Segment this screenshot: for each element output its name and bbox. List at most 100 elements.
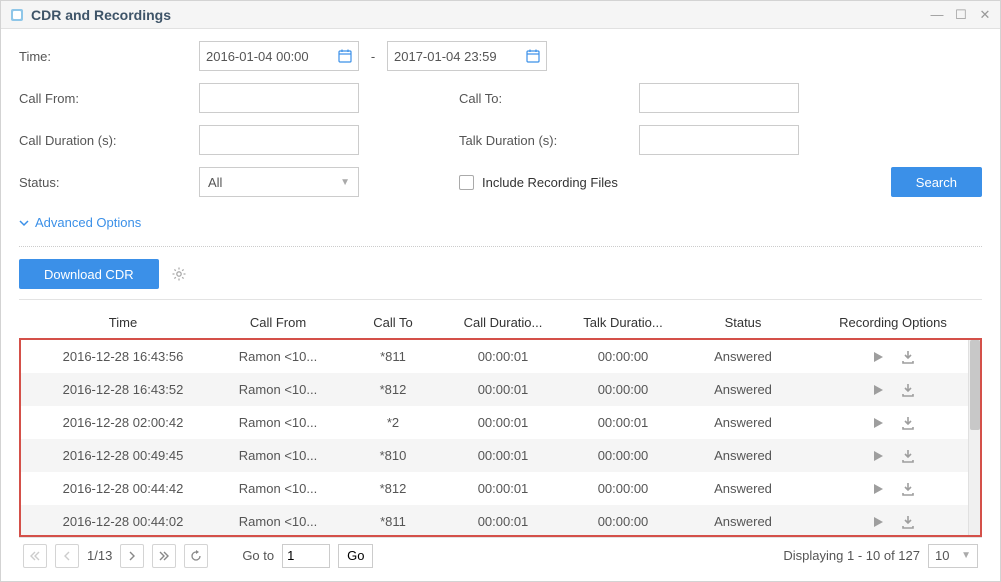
cell-time: 2016-12-28 02:00:42 (33, 415, 213, 430)
maximize-button[interactable]: ☐ (954, 7, 968, 23)
column-header-recording-options[interactable]: Recording Options (803, 315, 982, 330)
cell-recording-options (803, 515, 968, 529)
table-row[interactable]: 2016-12-28 00:44:02Ramon <10...*81100:00… (21, 505, 968, 535)
app-icon (9, 7, 25, 23)
cell-call-to: *2 (343, 415, 443, 430)
minimize-button[interactable]: — (930, 7, 944, 23)
call-from-input[interactable] (199, 83, 359, 113)
cell-call-from: Ramon <10... (213, 448, 343, 463)
cell-call-to: *811 (343, 349, 443, 364)
cell-recording-options (803, 449, 968, 463)
table-body: 2016-12-28 16:43:56 Ramon <10... *811 00:00… (21, 340, 968, 535)
table-row[interactable]: 2016-12-28 16:43:56Ramon <10...*81100:00… (21, 340, 968, 373)
last-page-button[interactable] (152, 544, 176, 568)
page-info: 1/13 (87, 548, 112, 563)
status-select[interactable]: All ▼ (199, 167, 359, 197)
time-separator: - (359, 49, 387, 64)
cell-call-from: Ramon <10... (213, 481, 343, 496)
cell-status: Answered (683, 481, 803, 496)
talk-duration-input[interactable] (639, 125, 799, 155)
window-controls: — ☐ ✕ (930, 7, 992, 23)
cell-time: 2016-12-28 16:43:56 (33, 349, 213, 364)
cell-talk-duration: 00:00:00 (563, 448, 683, 463)
download-icon[interactable] (901, 449, 915, 463)
download-icon[interactable] (901, 383, 915, 397)
prev-page-button[interactable] (55, 544, 79, 568)
table-body-highlighted: 2016-12-28 16:43:56 Ramon <10... *811 00:00… (19, 338, 982, 537)
titlebar: CDR and Recordings — ☐ ✕ (1, 1, 1000, 29)
play-icon[interactable] (871, 383, 885, 397)
divider (19, 246, 982, 247)
time-from-input[interactable]: 2016-01-04 00:00 (199, 41, 359, 71)
talk-duration-label: Talk Duration (s): (459, 133, 639, 148)
table-row[interactable]: 2016-12-28 00:49:45Ramon <10...*81000:00… (21, 439, 968, 472)
table-row[interactable]: 2016-12-28 16:43:52Ramon <10...*81200:00… (21, 373, 968, 406)
go-button[interactable]: Go (338, 544, 373, 568)
play-icon[interactable] (871, 416, 885, 430)
call-duration-label: Call Duration (s): (19, 133, 199, 148)
column-header-call-from[interactable]: Call From (213, 315, 343, 330)
cell-talk-duration: 00:00:00 (563, 382, 683, 397)
cell-call-duration: 00:00:01 (443, 481, 563, 496)
cell-call-from: Ramon <10... (213, 514, 343, 529)
status-row: Status: All ▼ Include Recording Files Se… (19, 167, 982, 197)
refresh-button[interactable] (184, 544, 208, 568)
column-header-time[interactable]: Time (33, 315, 213, 330)
gear-icon[interactable] (171, 266, 187, 282)
cell-time: 2016-12-28 00:49:45 (33, 448, 213, 463)
table-row[interactable]: 2016-12-28 00:44:42Ramon <10...*81200:00… (21, 472, 968, 505)
play-icon[interactable] (871, 449, 885, 463)
next-page-button[interactable] (120, 544, 144, 568)
duration-row: Call Duration (s): Talk Duration (s): (19, 125, 982, 155)
close-button[interactable]: ✕ (978, 7, 992, 23)
include-recording-checkbox[interactable]: Include Recording Files (459, 175, 618, 190)
download-cdr-button[interactable]: Download CDR (19, 259, 159, 289)
download-icon[interactable] (901, 482, 915, 496)
calendar-icon[interactable] (526, 49, 540, 63)
calendar-icon[interactable] (338, 49, 352, 63)
column-header-call-duration[interactable]: Call Duratio... (443, 315, 563, 330)
cell-talk-duration: 00:00:01 (563, 415, 683, 430)
per-page-select[interactable]: 10 ▼ (928, 544, 978, 568)
scrollbar-thumb[interactable] (970, 340, 980, 430)
table-row[interactable]: 2016-12-28 02:00:42Ramon <10...*200:00:0… (21, 406, 968, 439)
download-icon[interactable] (901, 350, 915, 364)
cell-call-duration: 00:00:01 (443, 415, 563, 430)
vertical-scrollbar[interactable] (968, 340, 980, 535)
table-wrap: Time Call From Call To Call Duratio... T… (19, 306, 982, 537)
cell-recording-options (803, 383, 968, 397)
cell-time: 2016-12-28 00:44:02 (33, 514, 213, 529)
cell-status: Answered (683, 349, 803, 364)
cell-call-from: Ramon <10... (213, 415, 343, 430)
cell-recording-options (803, 482, 968, 496)
column-header-status[interactable]: Status (683, 315, 803, 330)
first-page-button[interactable] (23, 544, 47, 568)
cell-time: 2016-12-28 16:43:52 (33, 382, 213, 397)
column-header-call-to[interactable]: Call To (343, 315, 443, 330)
table-header: Time Call From Call To Call Duratio... T… (19, 306, 982, 338)
call-to-input[interactable] (639, 83, 799, 113)
time-to-input[interactable]: 2017-01-04 23:59 (387, 41, 547, 71)
cell-recording-options (803, 416, 968, 430)
cell-call-duration: 00:00:01 (443, 382, 563, 397)
play-icon[interactable] (871, 482, 885, 496)
download-icon[interactable] (901, 416, 915, 430)
cell-status: Answered (683, 415, 803, 430)
advanced-options-toggle[interactable]: Advanced Options (19, 209, 982, 242)
play-icon[interactable] (871, 350, 885, 364)
status-label: Status: (19, 175, 199, 190)
time-label: Time: (19, 49, 199, 64)
pagination-footer: 1/13 Go to Go Displaying 1 - 10 of 127 1… (19, 537, 982, 573)
chevron-down-icon (19, 218, 29, 228)
call-from-label: Call From: (19, 91, 199, 106)
play-icon[interactable] (871, 515, 885, 529)
column-header-talk-duration[interactable]: Talk Duratio... (563, 315, 683, 330)
include-recording-label: Include Recording Files (482, 175, 618, 190)
cell-call-to: *812 (343, 481, 443, 496)
download-icon[interactable] (901, 515, 915, 529)
cell-status: Answered (683, 448, 803, 463)
goto-input[interactable] (282, 544, 330, 568)
call-duration-input[interactable] (199, 125, 359, 155)
search-button[interactable]: Search (891, 167, 982, 197)
cell-time: 2016-12-28 00:44:42 (33, 481, 213, 496)
